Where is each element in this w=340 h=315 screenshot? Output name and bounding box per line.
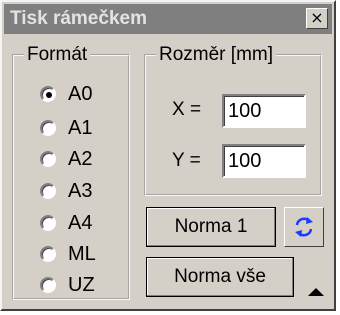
radio-label-a0: A0 — [68, 82, 93, 105]
radio-label-a2: A2 — [68, 147, 93, 170]
radio-button[interactable] — [40, 120, 56, 136]
x-input[interactable] — [222, 94, 306, 128]
radio-label-uz: UZ — [68, 273, 95, 296]
format-group-legend: Formát — [27, 44, 88, 65]
radio-a2[interactable]: A2 — [40, 145, 92, 173]
radio-a4[interactable]: A4 — [40, 209, 92, 237]
radio-a3[interactable]: A3 — [40, 177, 92, 205]
radio-button[interactable] — [40, 215, 56, 231]
radio-label-a1: A1 — [68, 116, 93, 139]
radio-button[interactable] — [40, 151, 56, 167]
size-group-legend: Rozměr [mm] — [159, 44, 273, 65]
radio-label-ml: ML — [68, 242, 96, 265]
close-button[interactable]: × — [306, 8, 328, 29]
radio-label-a3: A3 — [68, 179, 93, 202]
norma-1-button[interactable]: Norma 1 — [146, 207, 276, 247]
radio-button[interactable] — [40, 183, 56, 199]
title-bar[interactable]: Tisk rámečkem × — [4, 4, 332, 34]
close-icon: × — [310, 8, 324, 27]
radio-button[interactable] — [40, 246, 56, 262]
triangle-up-icon[interactable] — [308, 288, 324, 296]
x-label: X = — [172, 99, 202, 120]
radio-label-a4: A4 — [68, 211, 93, 234]
radio-uz[interactable]: UZ — [40, 271, 95, 299]
radio-ml[interactable]: ML — [40, 240, 96, 268]
y-label: Y = — [172, 150, 201, 171]
radio-button-checked[interactable] — [40, 86, 56, 102]
swap-arrows-icon — [295, 217, 313, 237]
radio-button[interactable] — [40, 277, 56, 293]
radio-a0[interactable]: A0 — [40, 80, 92, 108]
y-input[interactable] — [222, 144, 306, 178]
swap-dimensions-button[interactable] — [284, 207, 324, 247]
norma-vse-button[interactable]: Norma vše — [146, 257, 294, 297]
radio-a1[interactable]: A1 — [40, 114, 92, 142]
window-title: Tisk rámečkem — [10, 8, 147, 29]
